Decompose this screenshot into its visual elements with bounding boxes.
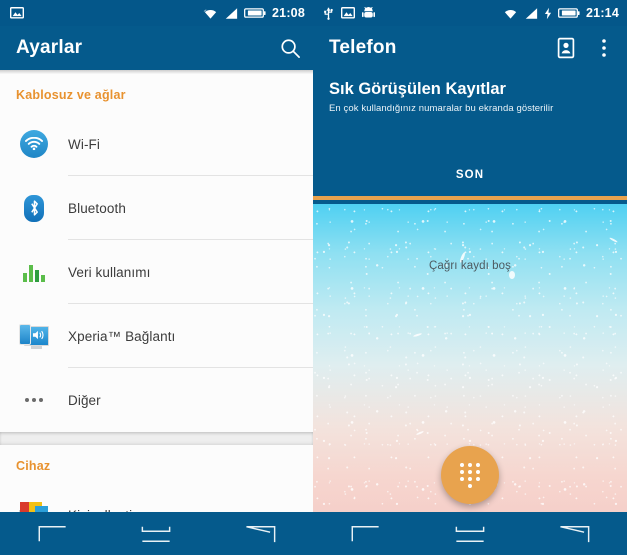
battery-icon bbox=[558, 8, 580, 18]
call-log-wallpaper: Çağrı kaydı boş bbox=[313, 204, 627, 514]
settings-app-bar-actions bbox=[277, 26, 303, 70]
sidebar-item-label: Wi-Fi bbox=[68, 136, 100, 152]
dialpad-icon bbox=[460, 462, 481, 488]
bluetooth-icon bbox=[12, 186, 56, 230]
recents-button[interactable] bbox=[229, 518, 293, 550]
phone-panel: 21:14 Telefon Sık Görüşülen Kayıtlar En … bbox=[313, 0, 627, 555]
promo-subtitle: En çok kullandığınız numaralar bu ekrand… bbox=[329, 103, 554, 114]
more-dots-icon bbox=[12, 378, 56, 422]
settings-app-bar: Ayarlar bbox=[0, 26, 313, 70]
page-title: Ayarlar bbox=[16, 37, 83, 58]
group-separator bbox=[0, 432, 313, 445]
status-bar-left-icons bbox=[10, 0, 24, 26]
sidebar-item-wifi[interactable]: Wi-Fi bbox=[0, 112, 313, 176]
sidebar-item-label: Xperia™ Bağlantı bbox=[68, 328, 176, 344]
sidebar-item-data-usage[interactable]: Veri kullanımı bbox=[0, 240, 313, 304]
sidebar-item-more[interactable]: Diğer bbox=[0, 368, 313, 432]
status-bar-clock: 21:14 bbox=[586, 6, 619, 20]
back-button[interactable] bbox=[333, 518, 397, 550]
sidebar-item-xperia-connectivity[interactable]: Xperia™ Bağlantı bbox=[0, 304, 313, 368]
home-button[interactable] bbox=[124, 518, 188, 550]
battery-icon bbox=[244, 8, 266, 18]
back-icon bbox=[351, 525, 379, 541]
sidebar-item-bluetooth[interactable]: Bluetooth bbox=[0, 176, 313, 240]
usb-icon bbox=[324, 7, 333, 20]
status-bar-right-icons: 21:08 bbox=[203, 0, 305, 26]
wifi-icon bbox=[12, 122, 56, 166]
search-icon bbox=[280, 38, 300, 58]
phone-app-bar: Telefon bbox=[313, 26, 627, 70]
group-header-device: Cihaz bbox=[16, 459, 51, 473]
dialpad-fab[interactable] bbox=[441, 446, 499, 504]
group-header-wireless: Kablosuz ve ağlar bbox=[16, 88, 126, 102]
home-icon bbox=[142, 526, 171, 542]
image-icon bbox=[10, 7, 24, 19]
status-bar-left-icons bbox=[323, 0, 375, 26]
search-button[interactable] bbox=[277, 35, 303, 61]
settings-group-wireless: Kablosuz ve ağlar Wi-Fi Bluetooth Veri k… bbox=[0, 74, 313, 432]
promo-title: Sık Görüşülen Kayıtlar bbox=[329, 80, 506, 98]
wifi-icon bbox=[203, 8, 217, 19]
recents-icon bbox=[559, 525, 590, 542]
image-icon bbox=[341, 7, 355, 19]
data-usage-icon bbox=[12, 250, 56, 294]
screenshot-root: 21:08 Ayarlar Kablosuz ve ağlar Wi-Fi Bl… bbox=[0, 0, 627, 555]
back-button[interactable] bbox=[20, 518, 84, 550]
recents-button[interactable] bbox=[543, 518, 607, 550]
signal-icon bbox=[225, 7, 238, 19]
settings-panel: 21:08 Ayarlar Kablosuz ve ağlar Wi-Fi Bl… bbox=[0, 0, 313, 555]
status-bar-left: 21:08 bbox=[0, 0, 313, 26]
phone-tab-bar: SON bbox=[313, 160, 627, 200]
tab-indicator bbox=[313, 196, 627, 200]
navigation-bar-right bbox=[313, 512, 627, 555]
empty-call-log-message: Çağrı kaydı boş bbox=[428, 260, 512, 272]
status-bar-right-icons: 21:14 bbox=[503, 0, 619, 26]
sidebar-item-label: Diğer bbox=[68, 392, 101, 408]
phone-app-bar-actions bbox=[553, 26, 617, 70]
settings-list[interactable]: Kablosuz ve ağlar Wi-Fi Bluetooth Veri k… bbox=[0, 70, 313, 555]
xperia-connectivity-icon bbox=[12, 314, 56, 358]
recents-icon bbox=[246, 525, 276, 542]
android-icon bbox=[362, 6, 375, 18]
frequent-contacts-promo: Sık Görüşülen Kayıtlar En çok kullandığı… bbox=[313, 70, 627, 134]
contacts-button[interactable] bbox=[553, 35, 579, 61]
sidebar-item-label: Bluetooth bbox=[68, 200, 126, 216]
wallpaper-streak bbox=[509, 271, 515, 279]
overflow-menu-icon bbox=[602, 39, 606, 57]
back-icon bbox=[38, 525, 66, 541]
charging-icon bbox=[544, 7, 552, 19]
home-button[interactable] bbox=[438, 518, 502, 550]
status-bar-right: 21:14 bbox=[313, 0, 627, 26]
overflow-menu-button[interactable] bbox=[591, 35, 617, 61]
page-title: Telefon bbox=[329, 37, 397, 58]
navigation-bar-left bbox=[0, 512, 313, 555]
signal-icon bbox=[525, 7, 538, 19]
home-icon bbox=[455, 526, 485, 542]
contacts-icon bbox=[557, 37, 575, 59]
status-bar-clock: 21:08 bbox=[272, 6, 305, 20]
wifi-icon bbox=[504, 9, 517, 19]
sidebar-item-label: Veri kullanımı bbox=[68, 264, 151, 280]
tab-recent[interactable]: SON bbox=[313, 169, 627, 181]
